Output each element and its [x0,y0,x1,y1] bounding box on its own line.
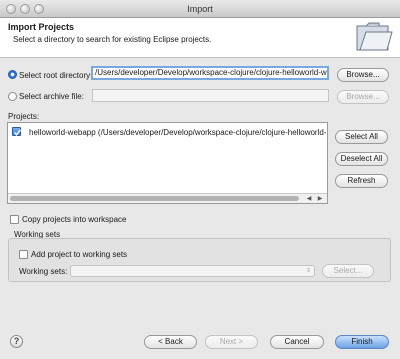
root-directory-radio[interactable] [8,70,17,79]
archive-file-radio[interactable] [8,92,17,101]
close-window-button[interactable] [6,4,16,14]
finish-button[interactable]: Finish [335,335,389,349]
scrollbar-thumb[interactable] [10,196,299,201]
scroll-left-icon[interactable]: ◀ [304,195,314,203]
folder-icon [356,22,393,51]
copy-projects-label: Copy projects into workspace [22,215,127,224]
project-label: helloworld-webapp (/Users/developer/Deve… [29,128,326,137]
browse-root-button[interactable]: Browse... [337,68,389,82]
window-title: Import [187,4,213,14]
wizard-title: Import Projects [8,22,75,32]
copy-projects-checkbox[interactable] [10,215,19,224]
archive-file-label: Select archive file: [19,92,84,101]
help-icon[interactable]: ? [10,335,23,348]
add-to-working-sets-checkbox[interactable] [19,250,28,259]
root-directory-label: Select root directory: [19,71,93,80]
root-directory-field[interactable]: /Users/developer/Develop/workspace-cloju… [91,66,329,80]
horizontal-scrollbar[interactable]: ◀ ▶ [8,193,327,203]
scroll-right-icon[interactable]: ▶ [315,195,325,203]
next-button[interactable]: Next > [205,335,258,349]
refresh-button[interactable]: Refresh [335,174,388,188]
deselect-all-button[interactable]: Deselect All [335,152,388,166]
wizard-banner: Import Projects Select a directory to se… [0,18,400,58]
add-to-working-sets-label: Add project to working sets [31,250,128,259]
project-checkbox[interactable] [12,127,22,136]
projects-list[interactable]: helloworld-webapp (/Users/developer/Deve… [7,122,328,204]
zoom-window-button[interactable] [34,4,44,14]
working-sets-select[interactable]: ⇕ [70,265,315,277]
wizard-description: Select a directory to search for existin… [13,35,212,44]
minimize-window-button[interactable] [20,4,30,14]
select-working-sets-button[interactable]: Select... [322,264,374,278]
select-arrows-icon: ⇕ [305,268,311,274]
projects-label: Projects: [8,112,40,121]
working-sets-label: Working sets: [19,267,68,276]
back-button[interactable]: < Back [144,335,197,349]
title-bar: Import [0,0,400,18]
cancel-button[interactable]: Cancel [270,335,324,349]
browse-archive-button[interactable]: Browse... [337,90,389,104]
select-all-button[interactable]: Select All [335,130,388,144]
archive-file-field[interactable] [92,89,329,102]
